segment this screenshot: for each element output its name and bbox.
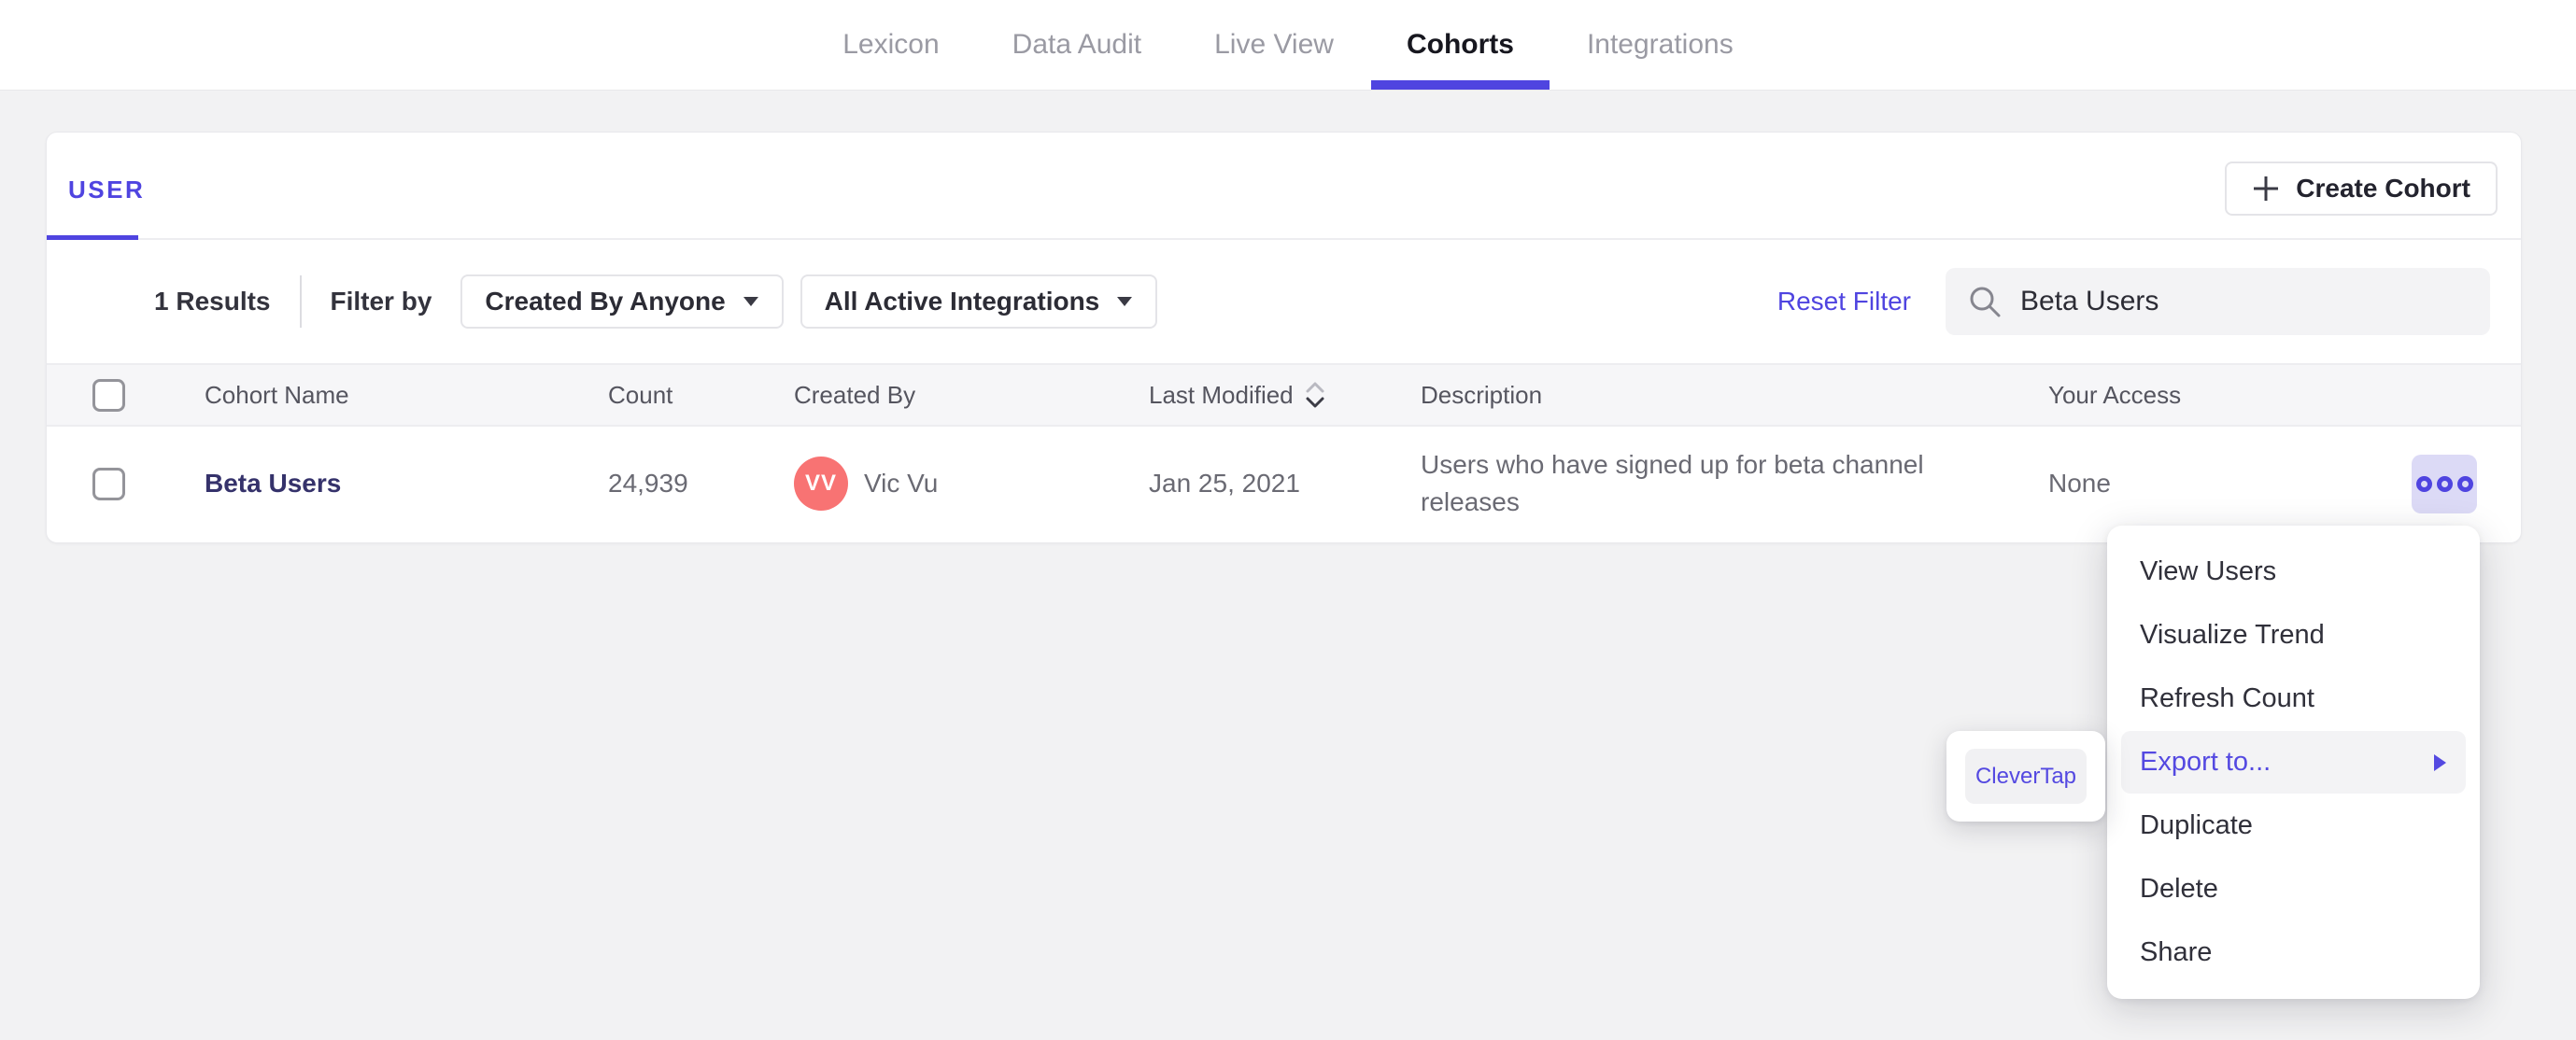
submenu-arrow-icon [2434,753,2446,771]
cohort-type-tabbar: USER Create Cohort [47,133,2521,240]
menu-item-visualize-trend[interactable]: Visualize Trend [2121,604,2466,668]
created-by-name: Vic Vu [864,469,939,498]
export-to-label: Export to... [2140,747,2272,777]
more-dots-icon [2456,475,2473,492]
menu-item-view-users[interactable]: View Users [2121,541,2466,604]
menu-item-share[interactable]: Share [2121,921,2466,984]
column-header-cohort-name: Cohort Name [205,380,349,409]
chevron-down-icon [743,297,758,306]
plus-icon [2254,176,2279,201]
cohort-count: 24,939 [608,469,688,498]
select-all-checkbox[interactable] [92,378,125,412]
active-tab-underline [47,235,138,240]
integrations-dropdown-value: All Active Integrations [824,287,1100,316]
menu-item-duplicate[interactable]: Duplicate [2121,794,2466,857]
cohort-name-link[interactable]: Beta Users [205,469,341,499]
created-by-dropdown-value: Created By Anyone [485,287,726,316]
row-checkbox[interactable] [92,467,125,500]
menu-item-export-to[interactable]: Export to... [2121,730,2466,794]
column-header-last-modified[interactable]: Last Modified [1149,380,1421,410]
column-header-created-by: Created By [794,380,916,409]
nav-item-data-audit[interactable]: Data Audit [1012,0,1141,90]
more-dots-icon [2436,475,2453,492]
cohorts-card: USER Create Cohort 1 Results Filter by C… [46,132,2522,543]
table-header: Cohort Name Count Created By Last Modifi… [47,363,2521,427]
search-icon [1970,287,2001,317]
more-actions-button[interactable] [2412,454,2477,513]
cohort-description: Users who have signed up for beta channe… [1421,450,1924,516]
results-count: 1 Results [154,287,271,316]
menu-item-refresh-count[interactable]: Refresh Count [2121,668,2466,731]
top-navigation: Lexicon Data Audit Live View Cohorts Int… [0,0,2576,91]
last-modified-label: Last Modified [1149,380,1294,409]
row-actions-menu: View Users Visualize Trend Refresh Count… [2107,526,2480,999]
column-header-count: Count [608,380,673,409]
last-modified-value: Jan 25, 2021 [1149,469,1300,498]
chevron-down-icon [1117,297,1133,306]
export-submenu: CleverTap [1946,731,2105,822]
created-by-cell: VV Vic Vu [794,457,1149,511]
avatar: VV [794,457,848,511]
table-row: Beta Users 24,939 VV Vic Vu Jan 25, 2021… [47,427,2521,541]
create-cohort-label: Create Cohort [2296,174,2470,203]
column-header-description: Description [1421,380,1543,409]
filter-by-label: Filter by [330,287,432,316]
sort-icon[interactable] [1305,380,1325,410]
nav-item-cohorts[interactable]: Cohorts [1370,0,1550,90]
reset-filter-link[interactable]: Reset Filter [1777,287,1911,316]
integrations-dropdown[interactable]: All Active Integrations [800,274,1158,329]
create-cohort-button[interactable]: Create Cohort [2225,162,2498,216]
nav-item-integrations[interactable]: Integrations [1587,0,1734,90]
filter-bar: 1 Results Filter by Created By Anyone Al… [47,240,2521,363]
submenu-item-clevertap[interactable]: CleverTap [1965,749,2087,804]
tab-user[interactable]: USER [68,176,145,204]
divider [299,275,302,328]
column-header-your-access: Your Access [2048,380,2182,409]
created-by-dropdown[interactable]: Created By Anyone [460,274,784,329]
search-box[interactable] [1946,268,2490,335]
nav-item-lexicon[interactable]: Lexicon [842,0,939,90]
menu-item-delete[interactable]: Delete [2121,857,2466,921]
more-dots-icon [2415,475,2432,492]
your-access-value: None [2048,469,2111,498]
nav-item-live-view[interactable]: Live View [1214,0,1334,90]
search-input[interactable] [2020,286,2468,317]
